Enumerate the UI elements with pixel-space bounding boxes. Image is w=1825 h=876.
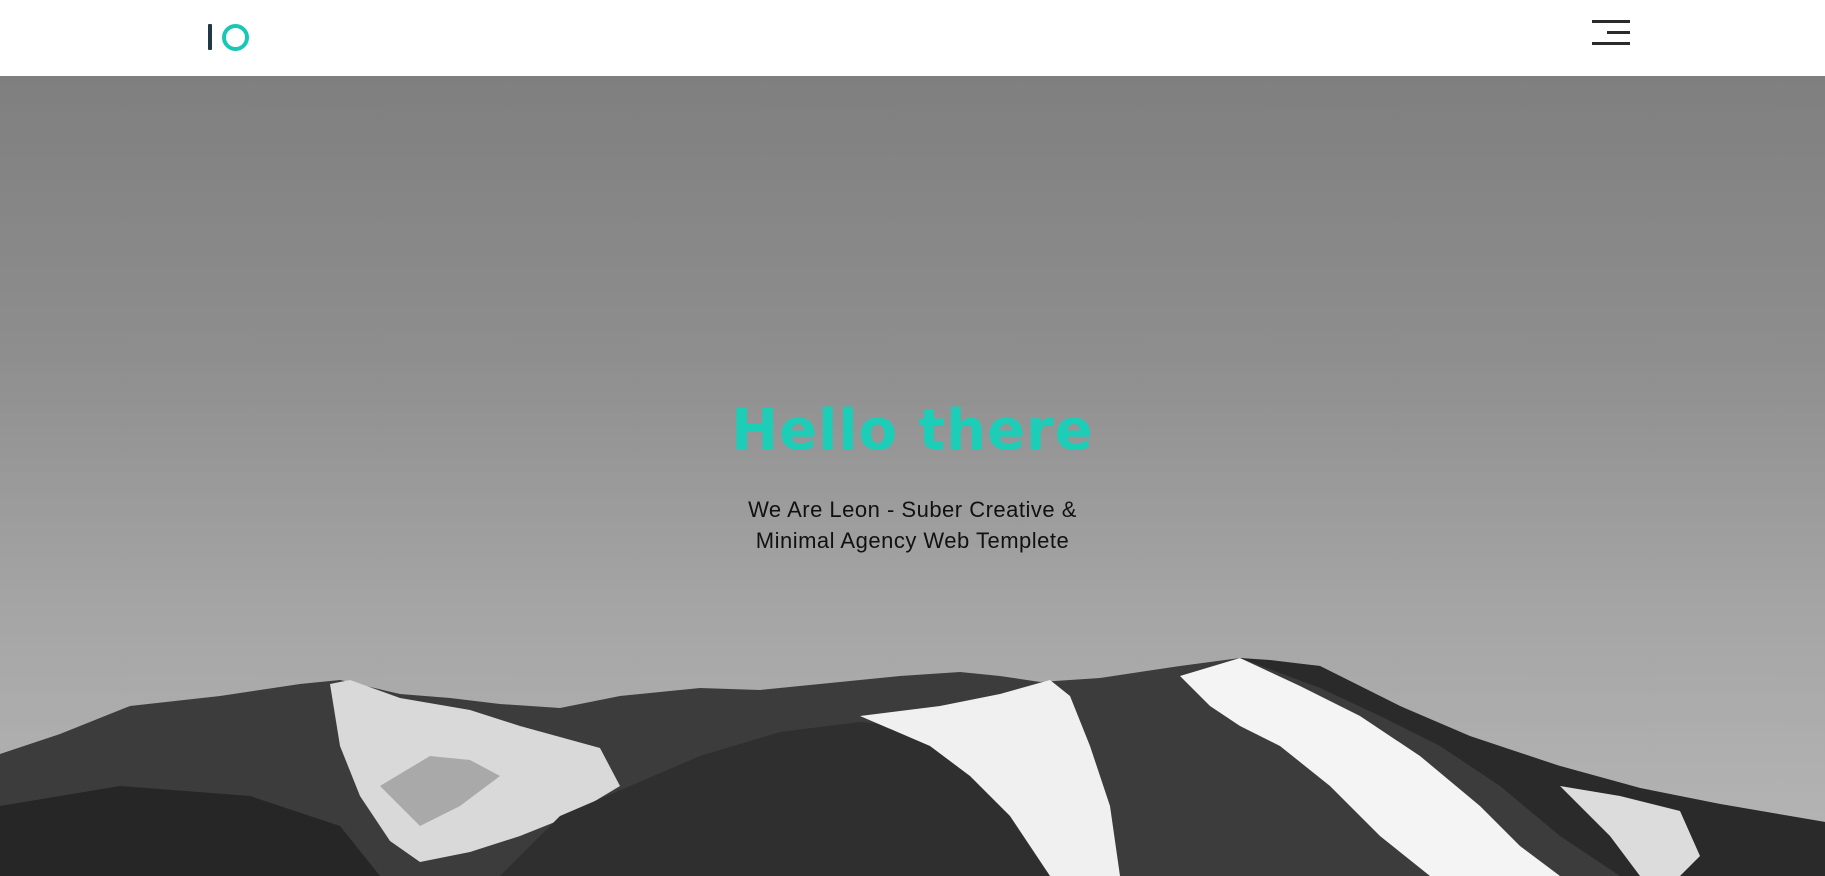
logo-bar xyxy=(208,24,212,50)
logo-ring xyxy=(222,24,249,51)
hamburger-menu-icon[interactable] xyxy=(1590,18,1630,48)
menu-line-bottom xyxy=(1592,42,1630,45)
menu-line-top xyxy=(1592,20,1630,23)
io-logo-icon[interactable] xyxy=(206,22,250,51)
mountain-background-image xyxy=(0,658,1825,876)
hero-title: Hello there xyxy=(731,398,1094,463)
hero-subtitle: We Are Leon - Suber Creative & Minimal A… xyxy=(703,494,1123,556)
hero-section: Hello there We Are Leon - Suber Creative… xyxy=(0,76,1825,876)
site-header xyxy=(0,0,1825,76)
hero-subtitle-line-1: We Are Leon - Suber Creative & xyxy=(748,497,1077,522)
hero-content: Hello there We Are Leon - Suber Creative… xyxy=(0,396,1825,556)
hero-subtitle-line-2: Minimal Agency Web Templete xyxy=(755,528,1070,553)
menu-line-middle xyxy=(1607,31,1630,34)
